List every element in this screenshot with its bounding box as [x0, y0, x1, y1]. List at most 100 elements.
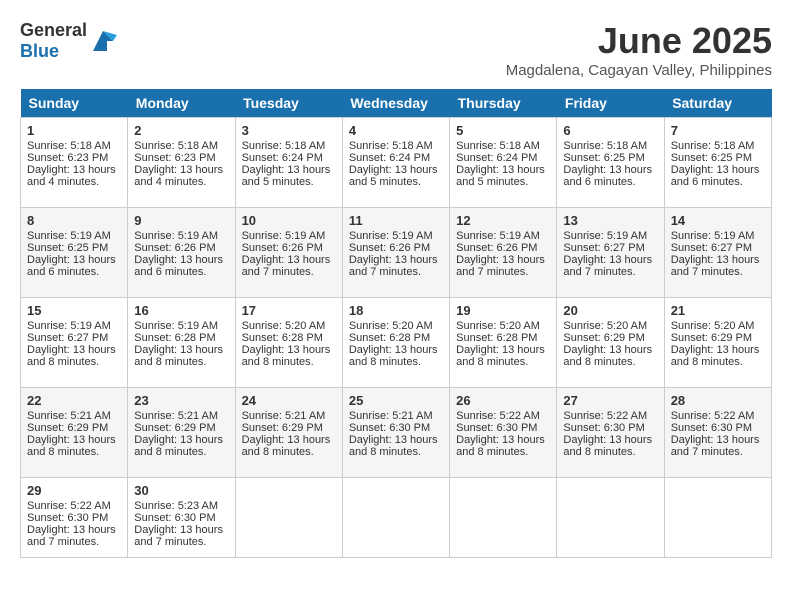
- sunrise-label: Sunrise: 5:21 AM: [349, 410, 433, 422]
- logo-icon: [89, 27, 117, 55]
- daylight-label: Daylight: 13 hours and 7 minutes.: [456, 254, 545, 278]
- sunset-label: Sunset: 6:26 PM: [134, 242, 215, 254]
- table-row: 9 Sunrise: 5:19 AM Sunset: 6:26 PM Dayli…: [128, 208, 235, 298]
- day-number: 14: [671, 213, 765, 228]
- sunrise-label: Sunrise: 5:19 AM: [134, 230, 218, 242]
- daylight-label: Daylight: 13 hours and 5 minutes.: [349, 164, 438, 188]
- daylight-label: Daylight: 13 hours and 4 minutes.: [27, 164, 116, 188]
- sunrise-label: Sunrise: 5:18 AM: [242, 140, 326, 152]
- sunset-label: Sunset: 6:25 PM: [563, 152, 644, 164]
- header-tuesday: Tuesday: [235, 89, 342, 118]
- day-number: 11: [349, 213, 443, 228]
- day-number: 28: [671, 393, 765, 408]
- daylight-label: Daylight: 13 hours and 6 minutes.: [134, 254, 223, 278]
- daylight-label: Daylight: 13 hours and 8 minutes.: [349, 344, 438, 368]
- day-number: 25: [349, 393, 443, 408]
- sunset-label: Sunset: 6:26 PM: [456, 242, 537, 254]
- sunset-label: Sunset: 6:25 PM: [27, 242, 108, 254]
- sunrise-label: Sunrise: 5:22 AM: [671, 410, 755, 422]
- sunset-label: Sunset: 6:26 PM: [242, 242, 323, 254]
- day-number: 12: [456, 213, 550, 228]
- sunset-label: Sunset: 6:29 PM: [563, 332, 644, 344]
- sunset-label: Sunset: 6:28 PM: [349, 332, 430, 344]
- table-row: [235, 478, 342, 558]
- daylight-label: Daylight: 13 hours and 8 minutes.: [456, 434, 545, 458]
- sunset-label: Sunset: 6:30 PM: [349, 422, 430, 434]
- day-number: 16: [134, 303, 228, 318]
- sunset-label: Sunset: 6:24 PM: [242, 152, 323, 164]
- sunset-label: Sunset: 6:25 PM: [671, 152, 752, 164]
- table-row: 22 Sunrise: 5:21 AM Sunset: 6:29 PM Dayl…: [21, 388, 128, 478]
- logo-text-blue: Blue: [20, 41, 59, 61]
- sunset-label: Sunset: 6:29 PM: [242, 422, 323, 434]
- day-number: 18: [349, 303, 443, 318]
- daylight-label: Daylight: 13 hours and 6 minutes.: [27, 254, 116, 278]
- sunrise-label: Sunrise: 5:19 AM: [27, 230, 111, 242]
- table-row: 21 Sunrise: 5:20 AM Sunset: 6:29 PM Dayl…: [664, 298, 771, 388]
- day-number: 1: [27, 123, 121, 138]
- day-number: 9: [134, 213, 228, 228]
- sunset-label: Sunset: 6:24 PM: [456, 152, 537, 164]
- sunrise-label: Sunrise: 5:19 AM: [349, 230, 433, 242]
- table-row: 17 Sunrise: 5:20 AM Sunset: 6:28 PM Dayl…: [235, 298, 342, 388]
- sunset-label: Sunset: 6:24 PM: [349, 152, 430, 164]
- logo: General Blue: [20, 20, 117, 62]
- sunrise-label: Sunrise: 5:18 AM: [349, 140, 433, 152]
- daylight-label: Daylight: 13 hours and 8 minutes.: [349, 434, 438, 458]
- daylight-label: Daylight: 13 hours and 7 minutes.: [563, 254, 652, 278]
- days-header-row: Sunday Monday Tuesday Wednesday Thursday…: [21, 89, 772, 118]
- daylight-label: Daylight: 13 hours and 7 minutes.: [671, 254, 760, 278]
- day-number: 15: [27, 303, 121, 318]
- day-number: 21: [671, 303, 765, 318]
- day-number: 24: [242, 393, 336, 408]
- sunset-label: Sunset: 6:27 PM: [671, 242, 752, 254]
- sunset-label: Sunset: 6:30 PM: [563, 422, 644, 434]
- day-number: 2: [134, 123, 228, 138]
- header-wednesday: Wednesday: [342, 89, 449, 118]
- page-header: General Blue June 2025 Magdalena, Cagaya…: [20, 20, 772, 79]
- daylight-label: Daylight: 13 hours and 5 minutes.: [242, 164, 331, 188]
- table-row: 7 Sunrise: 5:18 AM Sunset: 6:25 PM Dayli…: [664, 118, 771, 208]
- day-number: 6: [563, 123, 657, 138]
- day-number: 20: [563, 303, 657, 318]
- sunrise-label: Sunrise: 5:19 AM: [456, 230, 540, 242]
- table-row: 8 Sunrise: 5:19 AM Sunset: 6:25 PM Dayli…: [21, 208, 128, 298]
- daylight-label: Daylight: 13 hours and 7 minutes.: [349, 254, 438, 278]
- day-number: 19: [456, 303, 550, 318]
- table-row: 11 Sunrise: 5:19 AM Sunset: 6:26 PM Dayl…: [342, 208, 449, 298]
- header-monday: Monday: [128, 89, 235, 118]
- day-number: 13: [563, 213, 657, 228]
- sunset-label: Sunset: 6:23 PM: [134, 152, 215, 164]
- sunrise-label: Sunrise: 5:20 AM: [671, 320, 755, 332]
- sunrise-label: Sunrise: 5:18 AM: [563, 140, 647, 152]
- daylight-label: Daylight: 13 hours and 6 minutes.: [563, 164, 652, 188]
- calendar-title: June 2025: [506, 20, 772, 62]
- header-thursday: Thursday: [450, 89, 557, 118]
- table-row: 28 Sunrise: 5:22 AM Sunset: 6:30 PM Dayl…: [664, 388, 771, 478]
- sunrise-label: Sunrise: 5:19 AM: [671, 230, 755, 242]
- table-row: 10 Sunrise: 5:19 AM Sunset: 6:26 PM Dayl…: [235, 208, 342, 298]
- calendar-table: Sunday Monday Tuesday Wednesday Thursday…: [20, 89, 772, 558]
- daylight-label: Daylight: 13 hours and 8 minutes.: [27, 344, 116, 368]
- daylight-label: Daylight: 13 hours and 8 minutes.: [134, 434, 223, 458]
- sunrise-label: Sunrise: 5:18 AM: [134, 140, 218, 152]
- day-number: 26: [456, 393, 550, 408]
- sunrise-label: Sunrise: 5:18 AM: [456, 140, 540, 152]
- daylight-label: Daylight: 13 hours and 7 minutes.: [242, 254, 331, 278]
- sunset-label: Sunset: 6:30 PM: [456, 422, 537, 434]
- calendar-week-row: 8 Sunrise: 5:19 AM Sunset: 6:25 PM Dayli…: [21, 208, 772, 298]
- table-row: [342, 478, 449, 558]
- header-saturday: Saturday: [664, 89, 771, 118]
- daylight-label: Daylight: 13 hours and 8 minutes.: [456, 344, 545, 368]
- sunset-label: Sunset: 6:29 PM: [671, 332, 752, 344]
- table-row: 5 Sunrise: 5:18 AM Sunset: 6:24 PM Dayli…: [450, 118, 557, 208]
- header-friday: Friday: [557, 89, 664, 118]
- table-row: [557, 478, 664, 558]
- table-row: 14 Sunrise: 5:19 AM Sunset: 6:27 PM Dayl…: [664, 208, 771, 298]
- table-row: 19 Sunrise: 5:20 AM Sunset: 6:28 PM Dayl…: [450, 298, 557, 388]
- daylight-label: Daylight: 13 hours and 8 minutes.: [242, 344, 331, 368]
- daylight-label: Daylight: 13 hours and 7 minutes.: [27, 524, 116, 548]
- sunrise-label: Sunrise: 5:21 AM: [242, 410, 326, 422]
- sunrise-label: Sunrise: 5:18 AM: [671, 140, 755, 152]
- title-area: June 2025 Magdalena, Cagayan Valley, Phi…: [506, 20, 772, 79]
